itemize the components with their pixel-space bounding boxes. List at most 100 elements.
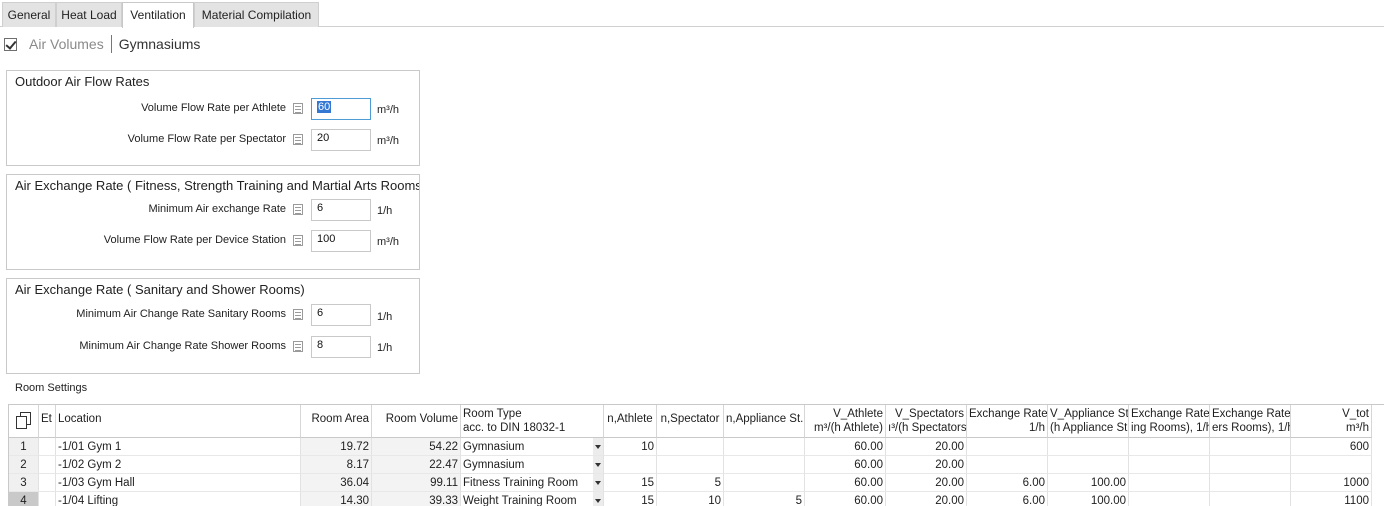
cell-exchange-rate-shower[interactable] [1210,456,1291,474]
min-air-change-sanitary-input[interactable]: 6 [311,304,371,326]
cell-n-appliance[interactable] [724,438,805,456]
row-number[interactable]: 4 [9,492,39,506]
cell-v-athlete[interactable]: 60.00 [805,438,886,456]
column-header-v-appliance[interactable]: V_Appliance St. (h Appliance St.) [1048,405,1129,438]
volume-flow-rate-spectator-input[interactable]: 20 [311,129,371,151]
room-type-dropdown-button[interactable] [593,474,603,491]
cell-v-tot[interactable]: 1000 [1291,474,1372,492]
cell-v-tot[interactable]: 600 [1291,438,1372,456]
cell-n-athlete[interactable] [604,456,657,474]
cell-n-appliance[interactable] [724,474,805,492]
column-header-v-tot[interactable]: V_tot m³/h [1291,405,1372,438]
cell-n-spectator[interactable]: 5 [657,474,724,492]
cell-location[interactable]: -1/01 Gym 1 [56,438,301,456]
calculator-icon[interactable] [293,134,303,145]
volume-flow-rate-device-station-input[interactable]: 100 [311,230,371,252]
cell-v-athlete[interactable]: 60.00 [805,492,886,506]
tab-ventilation[interactable]: Ventilation [122,2,194,28]
cell-v-spectators[interactable]: 20.00 [886,492,967,506]
cell-volume[interactable]: 39.33 [372,492,461,506]
room-type-dropdown-button[interactable] [593,492,603,506]
cell-v-athlete[interactable]: 60.00 [805,456,886,474]
cell-volume[interactable]: 99.11 [372,474,461,492]
column-header-type[interactable]: Room Type acc. to DIN 18032-1 [461,405,604,438]
column-header-exchange-rate-shower[interactable]: Exchange Rate ers Rooms), 1/h [1210,405,1291,438]
cell-exchange-rate[interactable]: 6.00 [967,492,1048,506]
cell-n-athlete[interactable]: 15 [604,492,657,506]
room-type-dropdown-button[interactable] [593,456,603,473]
cell-exchange-rate-sanitary[interactable] [1129,474,1210,492]
cell-n-spectator[interactable] [657,456,724,474]
column-header-exchange-rate[interactable]: Exchange Rate 1/h [967,405,1048,438]
cell-v-appliance[interactable]: 100.00 [1048,492,1129,506]
cell-v-tot[interactable]: 1100 [1291,492,1372,506]
cell-type[interactable]: Fitness Training Room [461,474,604,492]
cell-v-athlete[interactable]: 60.00 [805,474,886,492]
calculator-icon[interactable] [293,309,303,320]
cell-n-appliance[interactable]: 5 [724,492,805,506]
cell-v-appliance[interactable]: 100.00 [1048,474,1129,492]
tab-general[interactable]: General [2,2,56,27]
cell-exchange-rate-sanitary[interactable] [1129,456,1210,474]
column-header-v-athlete[interactable]: V_Athlete m³/(h Athlete) [805,405,886,438]
column-header-location[interactable]: Location [56,405,301,438]
cell-type[interactable]: Weight Training Room [461,492,604,506]
room-type-dropdown-button[interactable] [593,438,603,455]
calculator-icon[interactable] [293,341,303,352]
column-header-exchange-rate-sanitary[interactable]: Exchange Rate ing Rooms), 1/h [1129,405,1210,438]
cell-v-spectators[interactable]: 20.00 [886,474,967,492]
cell-volume[interactable]: 54.22 [372,438,461,456]
cell-exchange-rate[interactable] [967,456,1048,474]
cell-exchange-rate[interactable] [967,438,1048,456]
copy-header-cell[interactable] [9,405,39,438]
cell-n-athlete[interactable]: 10 [604,438,657,456]
row-number[interactable]: 2 [9,456,39,474]
cell-et[interactable] [39,456,56,474]
cell-area[interactable]: 14.30 [301,492,372,506]
cell-location[interactable]: -1/02 Gym 2 [56,456,301,474]
calculator-icon[interactable] [293,235,303,246]
calculator-icon[interactable] [293,103,303,114]
air-volumes-checkbox[interactable] [4,37,17,51]
cell-area[interactable]: 8.17 [301,456,372,474]
volume-flow-rate-athlete-input[interactable]: 60 [311,98,371,120]
cell-volume[interactable]: 22.47 [372,456,461,474]
cell-type[interactable]: Gymnasium [461,438,604,456]
column-header-n-spectator[interactable]: n,Spectator [657,405,724,438]
row-number[interactable]: 1 [9,438,39,456]
cell-location[interactable]: -1/04 Lifting [56,492,301,506]
cell-area[interactable]: 36.04 [301,474,372,492]
minimum-air-exchange-rate-input[interactable]: 6 [311,199,371,221]
column-header-v-spectators[interactable]: V_Spectators ı³/(h Spectators) [886,405,967,438]
column-header-n-appliance[interactable]: n,Appliance St. [724,405,805,438]
cell-et[interactable] [39,474,56,492]
row-number[interactable]: 3 [9,474,39,492]
cell-n-spectator[interactable]: 10 [657,492,724,506]
column-header-n-athlete[interactable]: n,Athlete [604,405,657,438]
cell-exchange-rate-shower[interactable] [1210,438,1291,456]
column-header-volume[interactable]: Room Volume [372,405,461,438]
cell-exchange-rate-shower[interactable] [1210,474,1291,492]
cell-v-appliance[interactable] [1048,438,1129,456]
column-header-et[interactable]: Et [39,405,56,438]
calculator-icon[interactable] [293,204,303,215]
cell-type[interactable]: Gymnasium [461,456,604,474]
cell-n-athlete[interactable]: 15 [604,474,657,492]
cell-v-spectators[interactable]: 20.00 [886,456,967,474]
cell-exchange-rate-sanitary[interactable] [1129,438,1210,456]
cell-v-spectators[interactable]: 20.00 [886,438,967,456]
cell-et[interactable] [39,438,56,456]
cell-et[interactable] [39,492,56,506]
cell-area[interactable]: 19.72 [301,438,372,456]
cell-location[interactable]: -1/03 Gym Hall [56,474,301,492]
cell-v-tot[interactable] [1291,456,1372,474]
cell-n-spectator[interactable] [657,438,724,456]
cell-exchange-rate-shower[interactable] [1210,492,1291,506]
tab-heat-load[interactable]: Heat Load [56,2,122,27]
cell-exchange-rate[interactable]: 6.00 [967,474,1048,492]
cell-n-appliance[interactable] [724,456,805,474]
cell-v-appliance[interactable] [1048,456,1129,474]
cell-exchange-rate-sanitary[interactable] [1129,492,1210,506]
tab-material-compilation[interactable]: Material Compilation [194,2,319,27]
column-header-area[interactable]: Room Area [301,405,372,438]
